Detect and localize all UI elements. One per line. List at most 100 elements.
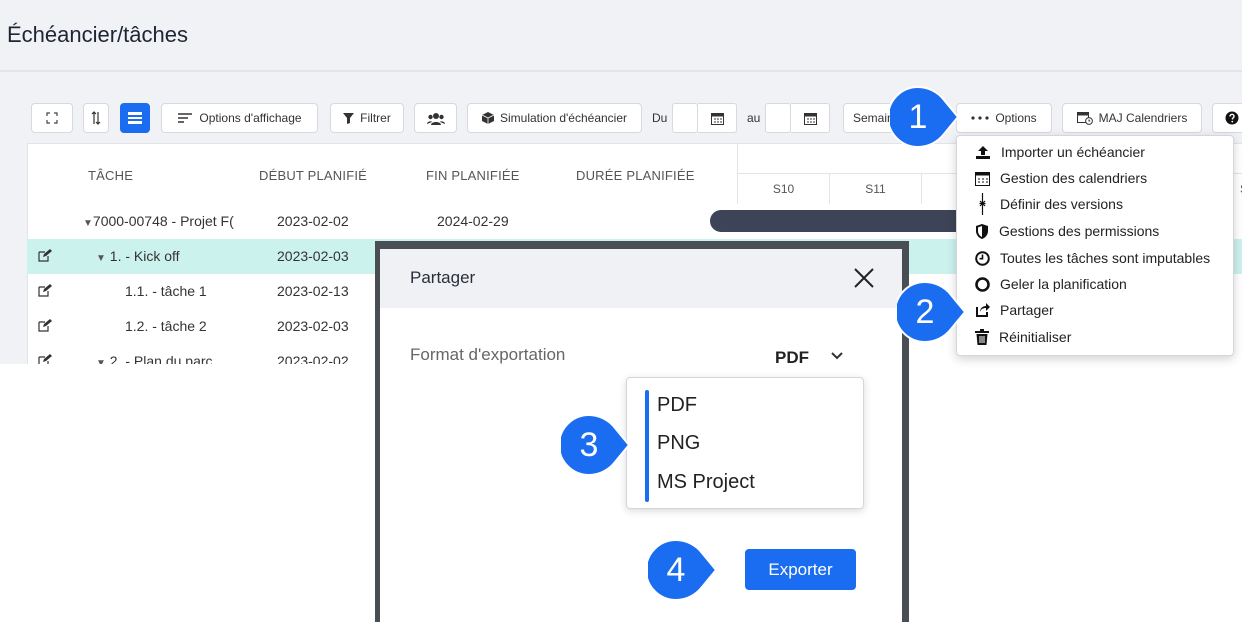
page: Échéancier/tâches Options d'affichage Fi… xyxy=(0,0,1242,622)
menu-item-label: Gestions des permissions xyxy=(999,223,1160,239)
dropdown-accent-bar xyxy=(645,390,649,502)
planned-start-cell: 2023-02-03 xyxy=(277,318,349,334)
version-icon xyxy=(979,193,986,215)
gantt-view-button[interactable] xyxy=(120,103,150,133)
planned-start-cell: 2023-02-03 xyxy=(277,248,349,264)
filter-label: Filtrer xyxy=(360,111,391,125)
export-format-label: Format d'exportation xyxy=(410,345,566,364)
format-option-ms-project[interactable]: MS Project xyxy=(657,471,755,494)
week-scale-label: Semain xyxy=(853,111,894,125)
from-label: Du xyxy=(652,111,668,125)
gantt-view-icon xyxy=(128,112,142,124)
menu-item-label: Geler la planification xyxy=(1000,276,1127,292)
sort-arrows-icon xyxy=(91,111,101,125)
help-icon xyxy=(1225,111,1239,125)
step-badge-4: 4 xyxy=(648,539,718,601)
menu-item-label: Gestion des calendriers xyxy=(1000,170,1148,186)
menu-item-reset[interactable]: Réinitialiser xyxy=(975,325,1071,349)
team-button[interactable] xyxy=(414,103,457,133)
filter-icon xyxy=(343,112,355,124)
display-options-label: Options d'affichage xyxy=(199,111,302,125)
menu-item-label: Toutes les tâches sont imputables xyxy=(1000,250,1211,266)
freeze-icon xyxy=(975,276,990,292)
close-icon[interactable] xyxy=(851,265,877,291)
calendar-icon xyxy=(710,112,724,125)
modal-title: Partager xyxy=(410,268,476,287)
format-option-png[interactable]: PNG xyxy=(657,432,700,455)
step-badge-2: 2 xyxy=(897,281,967,343)
display-options-button[interactable]: Options d'affichage xyxy=(161,103,318,133)
planned-start-cell: 2023-02-02 xyxy=(277,353,349,364)
lines-icon xyxy=(178,113,193,123)
fullscreen-button[interactable] xyxy=(31,103,73,133)
options-label: Options xyxy=(995,111,1037,125)
to-date-input[interactable] xyxy=(765,103,791,133)
chevron-down-icon xyxy=(831,352,843,360)
format-option-pdf[interactable]: PDF xyxy=(657,394,697,417)
help-button[interactable] xyxy=(1212,103,1242,133)
task-name-cell: ▼ 2. - Plan du parc xyxy=(96,353,213,364)
page-header: Échéancier/tâches xyxy=(0,0,1242,72)
simulation-button[interactable]: Simulation d'échéancier xyxy=(467,103,642,133)
menu-item-label: Réinitialiser xyxy=(999,329,1072,345)
share-icon xyxy=(976,302,990,317)
column-header-task[interactable]: TÂCHE xyxy=(88,168,133,183)
edit-icon[interactable] xyxy=(38,319,52,332)
trash-icon xyxy=(975,329,989,345)
from-date-input[interactable] xyxy=(672,103,698,133)
to-date-picker-button[interactable] xyxy=(791,103,830,133)
step-badge-3: 3 xyxy=(561,414,631,476)
expand-caret-icon[interactable]: ▼ xyxy=(83,218,93,229)
sort-button[interactable] xyxy=(83,103,109,133)
update-calendars-button[interactable]: MAJ Calendriers xyxy=(1062,103,1202,133)
shield-icon xyxy=(976,223,988,239)
column-header-planned-duration[interactable]: DURÉE PLANIFIÉE xyxy=(576,168,695,183)
menu-item-all-chargeable[interactable]: Toutes les tâches sont imputables xyxy=(975,246,1210,270)
menu-item-calendars[interactable]: Gestion des calendriers xyxy=(975,166,1147,190)
users-icon xyxy=(426,112,445,125)
options-menu: Importer un échéancier Gestion des calen… xyxy=(956,135,1234,356)
simulation-label: Simulation d'échéancier xyxy=(499,111,628,125)
export-format-value: PDF xyxy=(775,348,809,367)
menu-item-share[interactable]: Partager xyxy=(975,298,1054,322)
modal-header: Partager xyxy=(380,249,902,308)
upload-icon xyxy=(976,145,990,159)
task-name-cell: ▼ 1. - Kick off xyxy=(96,248,180,264)
step-badge-1: 1 xyxy=(890,86,960,148)
edit-icon[interactable] xyxy=(38,284,52,297)
menu-item-import[interactable]: Importer un échéancier xyxy=(975,140,1145,164)
from-date-picker-button[interactable] xyxy=(698,103,737,133)
gantt-week-label: S10 xyxy=(738,174,830,204)
edit-icon[interactable] xyxy=(38,354,52,364)
calendar-icon xyxy=(803,112,817,125)
expand-caret-icon[interactable]: ▼ xyxy=(96,253,106,264)
edit-icon[interactable] xyxy=(38,249,52,262)
options-button[interactable]: Options xyxy=(956,103,1052,133)
ellipsis-icon xyxy=(971,116,989,120)
menu-item-versions[interactable]: Définir des versions xyxy=(975,192,1123,216)
menu-item-permissions[interactable]: Gestions des permissions xyxy=(975,219,1159,243)
menu-item-freeze[interactable]: Geler la planification xyxy=(975,272,1127,296)
column-header-planned-end[interactable]: FIN PLANIFIÉE xyxy=(426,168,520,183)
update-calendars-label: MAJ Calendriers xyxy=(1098,111,1188,125)
menu-item-label: Importer un échéancier xyxy=(1001,144,1145,160)
calendar-clock-icon xyxy=(1076,112,1093,125)
to-label: au xyxy=(747,111,761,125)
gantt-week-label: S11 xyxy=(830,174,922,204)
export-button[interactable]: Exporter xyxy=(745,549,856,590)
column-header-planned-start[interactable]: DÉBUT PLANIFIÉ xyxy=(259,168,367,183)
menu-item-label: Partager xyxy=(1000,302,1054,318)
planned-start-cell: 2023-02-13 xyxy=(277,283,349,299)
task-name-cell: 1.1. - tâche 1 xyxy=(125,283,207,299)
filter-button[interactable]: Filtrer xyxy=(330,103,404,133)
fullscreen-icon xyxy=(46,112,58,124)
menu-item-label: Définir des versions xyxy=(1000,196,1123,212)
planned-start-cell: 2023-02-02 xyxy=(277,213,349,229)
task-name-cell: ▼7000-00748 - Projet F( xyxy=(83,213,234,229)
expand-caret-icon[interactable]: ▼ xyxy=(96,358,106,364)
export-format-dropdown: PDF PNG MS Project xyxy=(626,377,864,509)
calendar-icon xyxy=(975,171,990,186)
task-name-cell: 1.2. - tâche 2 xyxy=(125,318,207,334)
cube-icon xyxy=(481,112,494,124)
planned-end-cell: 2024-02-29 xyxy=(437,213,509,229)
